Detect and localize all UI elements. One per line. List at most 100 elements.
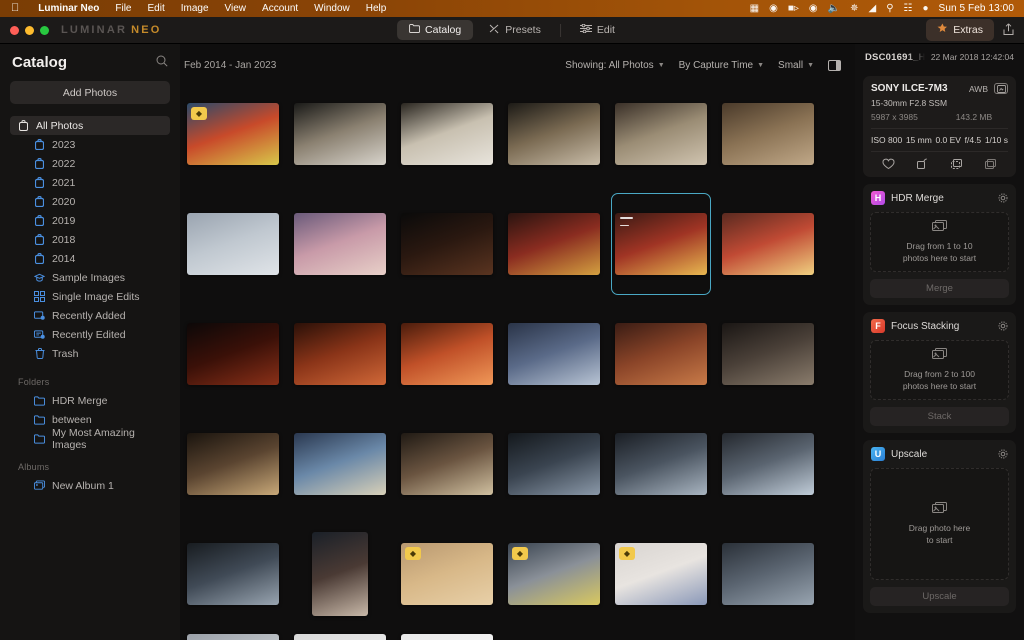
sidebar-item-all-photos[interactable]: All Photos — [10, 116, 170, 135]
sidebar-item-year-2022[interactable]: 2022 — [10, 154, 170, 173]
thumbnail-image[interactable] — [615, 323, 707, 385]
menu-item-app[interactable]: Luminar Neo — [30, 3, 107, 14]
thumbnail-image[interactable] — [508, 433, 600, 495]
thumbnail-cell[interactable] — [611, 193, 711, 295]
focus-stacking-dropzone[interactable]: Drag from 2 to 100 photos here to start — [870, 340, 1009, 400]
thumbnail-cell-partial[interactable] — [398, 634, 496, 640]
thumbnail-image[interactable] — [615, 433, 707, 495]
stack-button[interactable]: Stack — [870, 407, 1009, 426]
thumbnail-image[interactable] — [508, 103, 600, 165]
heart-icon[interactable] — [882, 158, 895, 170]
extras-button[interactable]: Extras — [926, 19, 994, 41]
thumbnail-image[interactable] — [187, 213, 279, 275]
thumbnail-cell[interactable] — [719, 414, 817, 514]
thumbnail-image[interactable] — [722, 543, 814, 605]
thumbnail-image[interactable] — [187, 323, 279, 385]
control-center-icon[interactable]: ☷ — [904, 3, 913, 14]
thumbnail-image[interactable] — [312, 532, 368, 616]
gear-icon[interactable] — [998, 193, 1008, 203]
thumbnail-cell[interactable]: ◆ — [612, 524, 710, 624]
thumbnail-image[interactable] — [294, 213, 386, 275]
dropbox-icon[interactable]: ◉ — [769, 3, 778, 14]
thumbnail-cell[interactable] — [184, 194, 282, 294]
thumbnail-image[interactable] — [401, 323, 493, 385]
battery-icon[interactable]: ■▹ — [788, 3, 799, 14]
menu-item-help[interactable]: Help — [358, 3, 395, 14]
filter-thumb-size[interactable]: Small ▼ — [778, 60, 814, 71]
stack-icon[interactable] — [984, 158, 997, 170]
filter-showing[interactable]: Showing: All Photos ▼ — [565, 60, 664, 71]
close-window-button[interactable] — [10, 25, 19, 35]
filter-sort[interactable]: By Capture Time ▼ — [679, 60, 764, 71]
thumbnail-cell[interactable] — [719, 194, 817, 294]
thumbnail-cell[interactable] — [291, 194, 389, 294]
thumbnail-image[interactable] — [508, 213, 600, 275]
thumbnail-cell[interactable] — [612, 84, 710, 184]
siri-icon[interactable]: ● — [923, 3, 929, 14]
thumbnail-cell[interactable] — [719, 84, 817, 184]
sidebar-folder-my-most-amazing-images[interactable]: My Most Amazing Images — [10, 427, 170, 451]
maximize-window-button[interactable] — [40, 25, 49, 35]
thumbnail-image[interactable]: ◆ — [508, 543, 600, 605]
thumbnail-grid-wrapper[interactable]: ◆ ◆ ◆ ◆ — [180, 78, 855, 640]
thumbnail-image[interactable] — [615, 103, 707, 165]
gear-icon[interactable] — [998, 449, 1008, 459]
share-icon[interactable] — [1003, 22, 1014, 38]
menu-item-account[interactable]: Account — [254, 3, 306, 14]
thumbnail-image[interactable]: ◆ — [401, 543, 493, 605]
apple-logo-icon[interactable]:  — [11, 3, 19, 14]
sidebar-item-year-2021[interactable]: 2021 — [10, 173, 170, 192]
thumbnail-cell-partial[interactable] — [184, 634, 282, 640]
sidebar-item-single-image-edits[interactable]: Single Image Edits — [10, 287, 170, 306]
menu-item-window[interactable]: Window — [306, 3, 358, 14]
tab-edit[interactable]: Edit — [568, 20, 627, 40]
volume-icon[interactable]: 🔈 — [828, 3, 840, 14]
thumbnail-image[interactable] — [401, 634, 493, 640]
thumbnail-cell[interactable] — [612, 304, 710, 404]
copy-icon[interactable] — [950, 158, 963, 170]
thumbnail-cell[interactable]: ◆ — [184, 84, 282, 184]
gear-icon[interactable] — [998, 321, 1008, 331]
thumbnail-image[interactable] — [294, 103, 386, 165]
thumbnail-cell[interactable] — [184, 524, 282, 624]
search-icon[interactable] — [156, 55, 168, 70]
menu-item-file[interactable]: File — [107, 3, 139, 14]
thumbnail-image[interactable] — [722, 433, 814, 495]
thumbnail-image[interactable] — [401, 213, 493, 275]
menu-item-image[interactable]: Image — [173, 3, 217, 14]
thumbnail-image[interactable] — [615, 213, 707, 275]
thumbnail-cell[interactable] — [398, 194, 496, 294]
thumbnail-image[interactable]: ◆ — [615, 543, 707, 605]
panel-toggle-icon[interactable] — [828, 59, 841, 71]
thumbnail-cell[interactable] — [291, 524, 389, 624]
thumbnail-cell[interactable] — [398, 84, 496, 184]
add-photos-button[interactable]: Add Photos — [10, 81, 170, 104]
thumbnail-image[interactable] — [722, 213, 814, 275]
rotate-icon[interactable] — [916, 158, 928, 170]
thumbnail-cell[interactable]: ◆ — [398, 524, 496, 624]
thumbnail-image[interactable] — [722, 103, 814, 165]
thumbnail-cell[interactable] — [184, 304, 282, 404]
thumbnail-cell[interactable] — [505, 414, 603, 514]
merge-button[interactable]: Merge — [870, 279, 1009, 298]
upscale-dropzone[interactable]: Drag photo here to start — [870, 468, 1009, 580]
hdr-merge-dropzone[interactable]: Drag from 1 to 10 photos here to start — [870, 212, 1009, 272]
display-icon[interactable]: ▦ — [750, 3, 759, 14]
thumbnail-image[interactable] — [294, 323, 386, 385]
sidebar-item-recently-added[interactable]: Recently Added — [10, 306, 170, 325]
thumbnail-cell[interactable] — [398, 304, 496, 404]
thumbnail-cell[interactable] — [505, 194, 603, 294]
menu-item-view[interactable]: View — [217, 3, 255, 14]
thumbnail-cell[interactable] — [719, 304, 817, 404]
thumbnail-image[interactable] — [187, 543, 279, 605]
thumbnail-cell[interactable] — [291, 84, 389, 184]
sidebar-item-sample-images[interactable]: Sample Images — [10, 268, 170, 287]
tab-catalog[interactable]: Catalog — [397, 20, 474, 40]
thumbnail-cell[interactable] — [505, 304, 603, 404]
thumbnail-image[interactable] — [187, 634, 279, 640]
sidebar-item-year-2019[interactable]: 2019 — [10, 211, 170, 230]
thumbnail-cell[interactable] — [398, 414, 496, 514]
thumbnail-cell[interactable] — [291, 304, 389, 404]
minimize-window-button[interactable] — [25, 25, 34, 35]
menubar-clock[interactable]: Sun 5 Feb 13:00 — [939, 3, 1014, 14]
